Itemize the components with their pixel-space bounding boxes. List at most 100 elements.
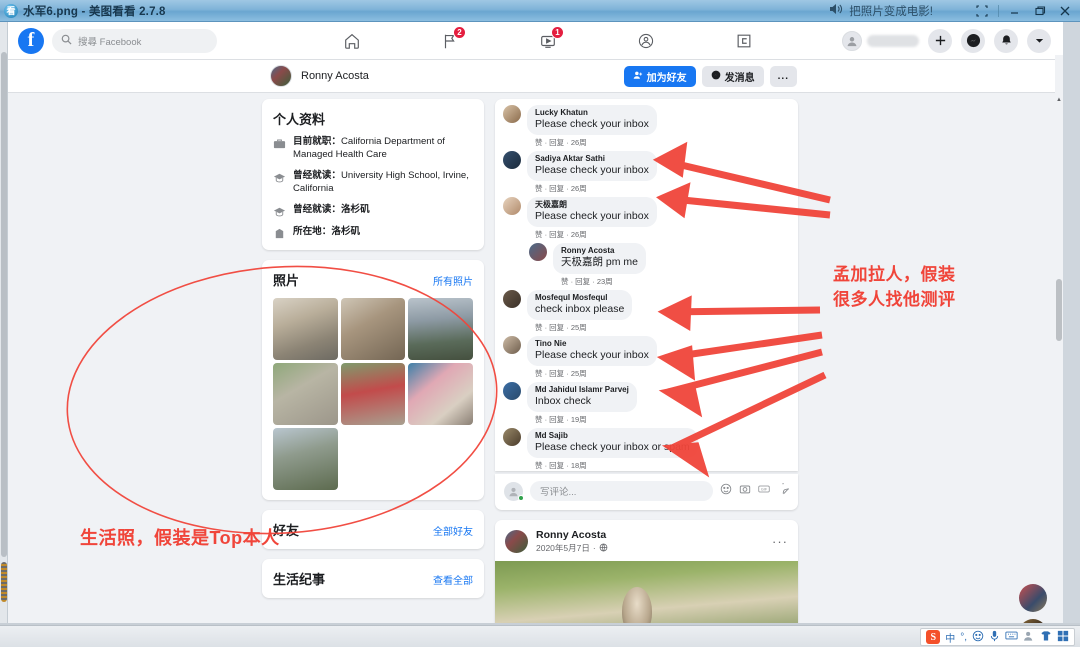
profile-name: Ronny Acosta: [301, 70, 369, 82]
photo-thumbnail[interactable]: [273, 298, 338, 360]
comment-bubble[interactable]: Mosfequl Mosfequl check inbox please: [527, 290, 632, 320]
all-photos-link[interactable]: 所有照片: [433, 273, 473, 288]
camera-icon[interactable]: [739, 482, 751, 500]
contact-avatar-1[interactable]: [1019, 584, 1047, 612]
post-more-dots-icon[interactable]: ···: [772, 534, 788, 549]
post-author[interactable]: Ronny Acosta: [536, 529, 608, 541]
divider: [998, 5, 999, 17]
ime-language-label[interactable]: 中: [945, 630, 955, 645]
search-input[interactable]: 搜尋 Facebook: [52, 29, 217, 53]
photo-thumbnail[interactable]: [273, 363, 338, 425]
toolbox-icon[interactable]: [1057, 630, 1069, 645]
comment-meta[interactable]: 赞 · 回复 · 18周: [535, 460, 698, 471]
close-icon[interactable]: [1054, 2, 1076, 20]
comment-meta[interactable]: 赞 · 回复 · 25周: [535, 368, 657, 379]
globe-icon: [599, 543, 608, 554]
commenter-avatar[interactable]: [503, 197, 521, 215]
promo-text[interactable]: 把照片变成电影!: [849, 3, 933, 19]
emoji-icon[interactable]: [972, 630, 984, 645]
photo-grid: [273, 298, 473, 490]
commenter-avatar[interactable]: [503, 428, 521, 446]
commenter-avatar[interactable]: [529, 243, 547, 261]
sogou-logo-icon[interactable]: S: [926, 630, 940, 644]
facebook-logo-icon[interactable]: f: [18, 28, 44, 54]
emoji-icon[interactable]: [720, 482, 732, 500]
commenter-name[interactable]: Ronny Acosta: [561, 246, 638, 256]
comment-bubble[interactable]: 天极嘉朗 Please check your inbox: [527, 197, 657, 227]
voice-icon[interactable]: [989, 630, 1000, 645]
photo-thumbnail[interactable]: [408, 363, 473, 425]
commenter-avatar[interactable]: [503, 336, 521, 354]
photo-thumbnail[interactable]: [341, 298, 406, 360]
page-scrollbar-thumb[interactable]: [1056, 279, 1062, 341]
commenter-name[interactable]: Sadiya Aktar Sathi: [535, 154, 649, 164]
commenter-avatar[interactable]: [503, 382, 521, 400]
nav-pages-icon[interactable]: 2: [436, 28, 464, 54]
add-friend-button[interactable]: 加为好友: [624, 66, 696, 87]
fullscreen-icon[interactable]: [971, 2, 993, 20]
comment-bubble[interactable]: Md Jahidul Islamr Parvej Inbox check: [527, 382, 637, 412]
comment-item: Sadiya Aktar Sathi Please check your inb…: [503, 151, 790, 194]
life-events-see-all-link[interactable]: 查看全部: [433, 572, 473, 587]
create-button[interactable]: [928, 29, 952, 53]
messenger-button[interactable]: [961, 29, 985, 53]
comment-bubble[interactable]: Tino Nie Please check your inbox: [527, 336, 657, 366]
comment-meta[interactable]: 赞 · 回复 · 26周: [535, 137, 657, 148]
commenter-name[interactable]: Mosfequl Mosfequl: [535, 293, 624, 303]
comment-input[interactable]: 写评论...: [530, 481, 713, 501]
commenter-name[interactable]: Tino Nie: [535, 339, 649, 349]
gif-icon[interactable]: GIF: [758, 482, 770, 500]
photo-thumbnail[interactable]: [408, 298, 473, 360]
notifications-button[interactable]: [994, 29, 1018, 53]
comment-bubble[interactable]: Ronny Acosta 天极嘉朗 pm me: [553, 243, 646, 273]
viewer-scrollbar-track[interactable]: [1, 52, 7, 557]
commenter-name[interactable]: 天极嘉朗: [535, 200, 649, 210]
all-friends-link[interactable]: 全部好友: [433, 523, 473, 538]
sticker-icon[interactable]: [777, 482, 789, 500]
viewer-scrollbar-thumb[interactable]: [1, 562, 7, 602]
life-events-card-title: 生活纪事: [273, 569, 325, 588]
scroll-up-arrow-icon[interactable]: ▲: [1055, 95, 1063, 105]
comment-meta[interactable]: 赞 · 回复 · 25周: [535, 322, 632, 333]
comment-meta[interactable]: 赞 · 回复 · 19周: [535, 414, 637, 425]
commenter-avatar[interactable]: [503, 105, 521, 123]
comment-bubble[interactable]: Lucky Khatun Please check your inbox: [527, 105, 657, 135]
comment-meta[interactable]: 赞 · 回复 · 23周: [561, 276, 646, 287]
more-options-button[interactable]: ...: [770, 66, 797, 87]
minimize-icon[interactable]: [1004, 2, 1026, 20]
page-scrollbar[interactable]: ▲ ▼: [1055, 55, 1063, 625]
nav-home-icon[interactable]: [338, 28, 366, 54]
photo-thumbnail[interactable]: [341, 363, 406, 425]
photo-thumbnail[interactable]: [273, 428, 338, 490]
window-title-bar: 看 水军6.png - 美图看看 2.7.8 把照片变成电影!: [0, 0, 1080, 22]
keyboard-icon[interactable]: [1005, 630, 1018, 644]
facebook-account-nav: [842, 29, 1051, 53]
comment-bubble[interactable]: Sadiya Aktar Sathi Please check your inb…: [527, 151, 657, 181]
commenter-name[interactable]: Md Jahidul Islamr Parvej: [535, 385, 629, 395]
account-chip[interactable]: [842, 31, 919, 51]
comment-meta[interactable]: 赞 · 回复 · 26周: [535, 183, 657, 194]
comment-bubble[interactable]: Md Sajib Please check your inbox or spam: [527, 428, 698, 458]
intro-row: 目前就职：California Department of Managed He…: [273, 136, 473, 162]
comment-item: Tino Nie Please check your inbox 赞 · 回复 …: [503, 336, 790, 379]
commenter-avatar[interactable]: [503, 290, 521, 308]
maximize-icon[interactable]: [1029, 2, 1051, 20]
skin-icon[interactable]: [1040, 630, 1052, 645]
post-image[interactable]: [495, 561, 798, 625]
commenter-name[interactable]: Md Sajib: [535, 431, 690, 441]
comment-meta[interactable]: 赞 · 回复 · 26周: [535, 229, 657, 240]
facebook-header: f 搜尋 Facebook 2 1: [8, 22, 1063, 60]
user-icon[interactable]: [1023, 630, 1035, 645]
account-menu-button[interactable]: [1027, 29, 1051, 53]
friends-card-title: 好友: [273, 520, 299, 539]
nav-groups-icon[interactable]: [632, 28, 660, 54]
punctuation-icon[interactable]: °,: [960, 632, 967, 643]
commenter-avatar[interactable]: [503, 151, 521, 169]
commenter-name[interactable]: Lucky Khatun: [535, 108, 649, 118]
nav-watch-icon[interactable]: 1: [534, 28, 562, 54]
profile-avatar[interactable]: [505, 530, 528, 553]
nav-gaming-icon[interactable]: [730, 28, 758, 54]
life-events-card: 生活纪事 查看全部: [262, 559, 484, 598]
profile-avatar[interactable]: [270, 65, 292, 87]
message-button[interactable]: 发消息: [702, 66, 764, 87]
